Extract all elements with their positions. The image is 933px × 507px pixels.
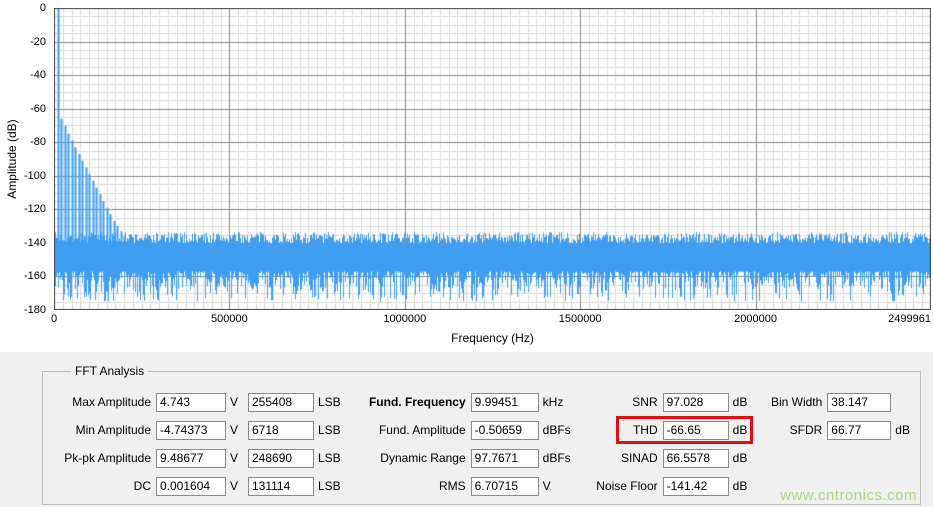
pkpk-amplitude-lsb-field[interactable]: 248690 [248, 449, 314, 468]
y-tick: 0 [40, 2, 46, 14]
min-amplitude-lsb-field[interactable]: 6718 [248, 421, 314, 440]
watermark-text: www.cntronics.com [780, 487, 917, 504]
y-tick: -80 [30, 136, 46, 148]
rms-unit: V [543, 479, 553, 493]
dc-value-field[interactable]: 0.001604 [156, 477, 226, 496]
rms-value-field[interactable]: 6.70715 [471, 477, 539, 496]
fund-frequency-value-field[interactable]: 9.99451 [471, 393, 539, 412]
field-sfdr: SFDR 66.77 dB [762, 416, 910, 444]
x-tick: 2000000 [734, 313, 777, 325]
y-tick: -120 [24, 203, 46, 215]
fft-chart-section: Amplitude (dB) 0 -20 -40 -60 -80 -100 -1… [0, 0, 933, 352]
y-tick: -100 [24, 170, 46, 182]
noise-floor-value-field[interactable]: -141.42 [663, 477, 729, 496]
y-tick: -60 [30, 103, 46, 115]
rms-label: RMS [362, 479, 471, 493]
max-amplitude-label: Max Amplitude [53, 395, 156, 409]
dynamic-range-unit: dBFs [543, 451, 571, 465]
fund-frequency-unit: kHz [543, 395, 564, 409]
field-rms: RMS 6.70715 V [362, 472, 571, 500]
y-axis-ticks: 0 -20 -40 -60 -80 -100 -120 -140 -160 -1… [0, 8, 50, 310]
max-amplitude-lsb-unit: LSB [318, 395, 341, 409]
thd-unit: dB [733, 423, 748, 437]
y-tick: -140 [24, 237, 46, 249]
max-amplitude-lsb-field[interactable]: 255408 [248, 393, 314, 412]
field-sinad: SINAD 66.5578 dB [586, 444, 748, 472]
groupbox-legend: FFT Analysis [71, 364, 148, 378]
sfdr-label: SFDR [762, 423, 827, 437]
snr-value-field[interactable]: 97.028 [663, 393, 729, 412]
column-snr: SNR 97.028 dB THD -66.65 dB SINAD 66.557… [586, 388, 748, 500]
fft-analysis-section: FFT Analysis Max Amplitude 4.743 V 25540… [0, 352, 933, 507]
min-amplitude-value-field[interactable]: -4.74373 [156, 421, 226, 440]
y-tick: -40 [30, 69, 46, 81]
dc-lsb-field[interactable]: 131114 [248, 477, 314, 496]
sfdr-value-field[interactable]: 66.77 [827, 421, 891, 440]
field-max-amplitude: Max Amplitude 4.743 V 255408 LSB [53, 388, 341, 416]
field-dynamic-range: Dynamic Range 97.7671 dBFs [362, 444, 571, 472]
sinad-label: SINAD [586, 451, 663, 465]
x-tick: 2499961 [888, 313, 931, 325]
column-amplitudes: Max Amplitude 4.743 V 255408 LSB Min Amp… [53, 388, 341, 500]
max-amplitude-unit: V [230, 395, 240, 409]
min-amplitude-label: Min Amplitude [53, 423, 156, 437]
sinad-value-field[interactable]: 66.5578 [663, 449, 729, 468]
sinad-unit: dB [733, 451, 748, 465]
fft-analysis-groupbox: FFT Analysis Max Amplitude 4.743 V 25540… [42, 364, 921, 505]
field-min-amplitude: Min Amplitude -4.74373 V 6718 LSB [53, 416, 341, 444]
bin-width-label: Bin Width [762, 395, 827, 409]
field-pkpk-amplitude: Pk-pk Amplitude 9.48677 V 248690 LSB [53, 444, 341, 472]
field-fund-frequency: Fund. Frequency 9.99451 kHz [362, 388, 571, 416]
x-axis-ticks: 0 500000 1000000 1500000 2000000 2499961 [54, 313, 931, 327]
y-tick: -160 [24, 270, 46, 282]
dynamic-range-value-field[interactable]: 97.7671 [471, 449, 539, 468]
fund-frequency-label: Fund. Frequency [362, 395, 471, 409]
dynamic-range-label: Dynamic Range [362, 451, 471, 465]
pkpk-amplitude-label: Pk-pk Amplitude [53, 451, 156, 465]
dc-unit: V [230, 479, 240, 493]
dc-lsb-unit: LSB [318, 479, 341, 493]
min-amplitude-lsb-unit: LSB [318, 423, 341, 437]
bin-width-value-field[interactable]: 38.147 [827, 393, 891, 412]
field-bin-width: Bin Width 38.147 [762, 388, 910, 416]
fund-amplitude-value-field[interactable]: -0.50659 [471, 421, 539, 440]
dc-label: DC [53, 479, 156, 493]
sfdr-unit: dB [895, 423, 910, 437]
field-columns: Max Amplitude 4.743 V 255408 LSB Min Amp… [53, 388, 910, 500]
noise-floor-label: Noise Floor [586, 479, 663, 493]
y-tick: -20 [30, 36, 46, 48]
x-tick: 0 [51, 313, 57, 325]
column-bin: Bin Width 38.147 SFDR 66.77 dB [762, 388, 910, 444]
field-noise-floor: Noise Floor -141.42 dB [586, 472, 748, 500]
fund-amplitude-unit: dBFs [543, 423, 571, 437]
fund-amplitude-label: Fund. Amplitude [362, 423, 471, 437]
column-fundamental: Fund. Frequency 9.99451 kHz Fund. Amplit… [362, 388, 571, 500]
field-dc: DC 0.001604 V 131114 LSB [53, 472, 341, 500]
x-tick: 500000 [211, 313, 248, 325]
thd-value-field[interactable]: -66.65 [663, 421, 729, 440]
fft-plot-canvas [54, 8, 931, 310]
field-snr: SNR 97.028 dB [586, 388, 748, 416]
pkpk-amplitude-lsb-unit: LSB [318, 451, 341, 465]
y-tick: -180 [24, 304, 46, 316]
x-tick: 1500000 [559, 313, 602, 325]
x-tick: 1000000 [383, 313, 426, 325]
min-amplitude-unit: V [230, 423, 240, 437]
pkpk-amplitude-unit: V [230, 451, 240, 465]
x-axis-title: Frequency (Hz) [54, 331, 931, 345]
snr-label: SNR [586, 395, 663, 409]
pkpk-amplitude-value-field[interactable]: 9.48677 [156, 449, 226, 468]
noise-floor-unit: dB [733, 479, 748, 493]
thd-label: THD [586, 423, 663, 437]
snr-unit: dB [733, 395, 748, 409]
field-fund-amplitude: Fund. Amplitude -0.50659 dBFs [362, 416, 571, 444]
max-amplitude-value-field[interactable]: 4.743 [156, 393, 226, 412]
field-thd: THD -66.65 dB [586, 416, 748, 444]
